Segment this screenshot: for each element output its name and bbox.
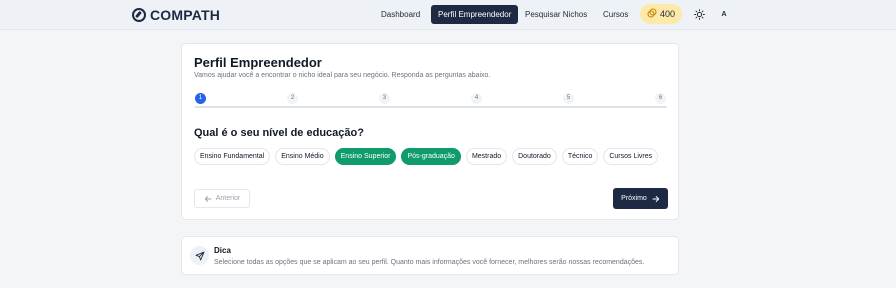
option-cursos-livres[interactable]: Cursos Livres: [603, 148, 659, 165]
page-title: Perfil Empreendedor: [194, 55, 322, 70]
coins-icon: [647, 8, 657, 20]
previous-label: Anterior: [215, 195, 241, 202]
logo[interactable]: COMPATH: [132, 7, 220, 23]
arrow-left-icon: [204, 195, 212, 202]
tip-text: Selecione todas as opções que se aplicam…: [214, 259, 645, 266]
page-subtitle: Vamos ajudar você a encontrar o nicho id…: [194, 72, 491, 79]
theme-toggle-button[interactable]: [690, 5, 708, 23]
tip-title: Dica: [214, 246, 231, 255]
step-4[interactable]: 4: [471, 93, 482, 104]
nav-pesquisar-nichos[interactable]: Pesquisar Nichos: [518, 5, 594, 24]
previous-button[interactable]: Anterior: [194, 189, 250, 208]
sun-icon: [693, 8, 705, 20]
send-icon: [190, 246, 209, 265]
coins-count: 400: [659, 9, 676, 19]
education-options: Ensino Fundamental Ensino Médio Ensino S…: [194, 148, 659, 165]
option-doutorado[interactable]: Doutorado: [512, 148, 557, 165]
option-ensino-fundamental[interactable]: Ensino Fundamental: [194, 148, 271, 165]
avatar[interactable]: A: [715, 5, 733, 23]
tip-card: Dica Selecione todas as opções que se ap…: [181, 236, 679, 275]
arrow-right-icon: [652, 195, 659, 202]
question-title: Qual é o seu nível de educação?: [194, 127, 364, 139]
next-button[interactable]: Próximo: [613, 188, 668, 209]
option-mestrado[interactable]: Mestrado: [465, 148, 508, 165]
coins-badge[interactable]: 400: [640, 4, 682, 24]
option-ensino-superior[interactable]: Ensino Superior: [334, 148, 397, 165]
nav-perfil-empreendedor[interactable]: Perfil Empreendedor: [431, 5, 519, 24]
step-6[interactable]: 6: [655, 93, 666, 104]
option-pos-graduacao[interactable]: Pós-graduação: [401, 148, 461, 165]
option-ensino-medio[interactable]: Ensino Médio: [275, 148, 330, 165]
top-navbar: COMPATH Dashboard Perfil Empreendedor Pe…: [0, 0, 896, 30]
next-label: Próximo: [621, 195, 647, 202]
logo-text: COMPATH: [150, 7, 221, 23]
profile-card: Perfil Empreendedor Vamos ajudar você a …: [181, 43, 679, 220]
step-1[interactable]: 1: [195, 93, 206, 104]
step-3[interactable]: 3: [379, 93, 390, 104]
progress-track: [195, 106, 667, 108]
nav-cursos[interactable]: Cursos: [596, 5, 635, 24]
option-tecnico[interactable]: Técnico: [561, 148, 599, 165]
nav-dashboard[interactable]: Dashboard: [374, 5, 427, 24]
step-5[interactable]: 5: [563, 93, 574, 104]
step-2[interactable]: 2: [287, 93, 298, 104]
compass-icon: [132, 8, 146, 22]
